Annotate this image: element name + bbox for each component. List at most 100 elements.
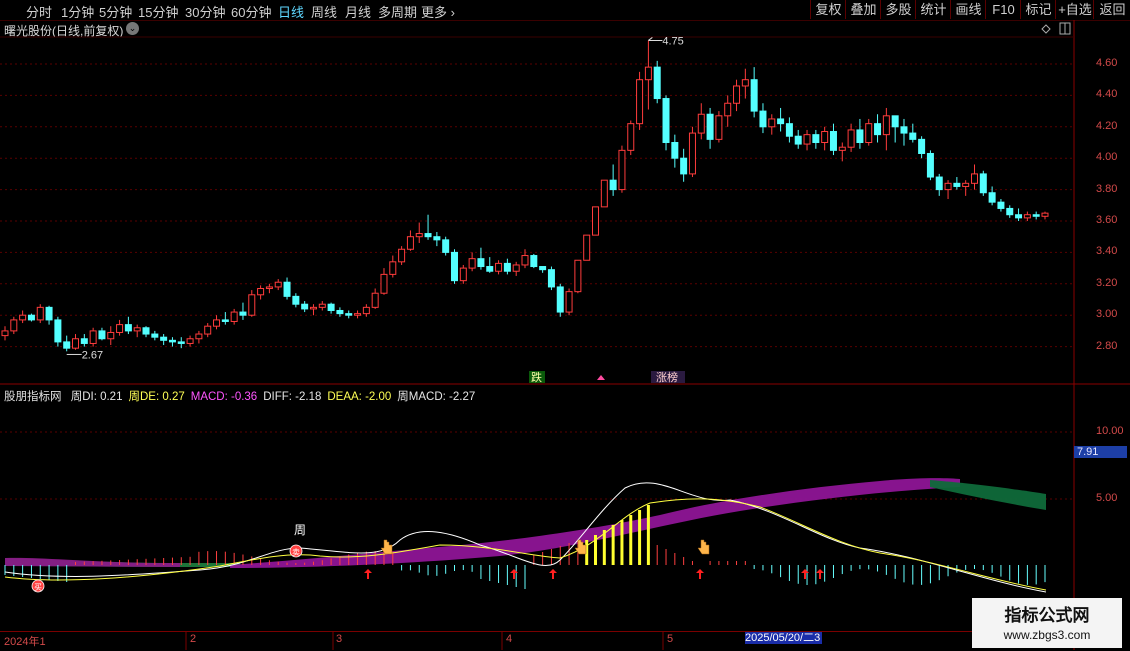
candle-body [1015, 214, 1023, 219]
candle-body [213, 319, 221, 327]
candle-body [821, 131, 829, 143]
candle-body [812, 134, 820, 143]
price-tick-label: 3.20 [1096, 276, 1118, 289]
candle-body [997, 201, 1005, 209]
buy-marker-text: 买 [34, 583, 42, 592]
candle-body [706, 113, 714, 140]
candle-body [953, 182, 961, 187]
buy-arrow-icon [510, 569, 518, 579]
candle-body [98, 330, 106, 340]
candle-body [988, 192, 996, 203]
price-tick-label: 4.60 [1096, 57, 1118, 69]
candle-body [697, 113, 705, 134]
price-tick-label: 4.20 [1096, 119, 1118, 132]
candle-body [979, 173, 987, 194]
price-tick-label: 3.60 [1096, 214, 1118, 226]
diamond-icon [1041, 24, 1051, 34]
candle-body [292, 295, 300, 305]
candle-body [794, 135, 802, 145]
buy-arrow-icon [801, 569, 809, 579]
watermark-title: 指标公式网 [1004, 606, 1090, 625]
candle-body [221, 319, 229, 322]
candle-body [354, 313, 362, 316]
green-band-right [930, 480, 1046, 510]
candle-body [724, 102, 732, 117]
candle-body [230, 311, 238, 322]
candle-body [168, 339, 176, 343]
indicator-tick-label: 5.00 [1096, 492, 1118, 504]
crosshair-date-label: 2025/05/20/二3 [745, 632, 822, 644]
date-tick-1: 2 [190, 633, 197, 645]
date-tick-2: 3 [336, 633, 343, 645]
candle-body [380, 273, 388, 294]
candle-body [662, 98, 670, 143]
candle-body [688, 132, 696, 175]
buy-arrow-icon [816, 569, 824, 579]
candle-body [195, 333, 203, 340]
crosshair-date-suffix: 3 [814, 632, 821, 644]
candle-body [415, 233, 423, 238]
candle-body [970, 173, 978, 184]
candle-body [547, 269, 555, 288]
candle-body [503, 262, 511, 272]
candle-body [274, 281, 282, 288]
candle-body [239, 311, 247, 316]
hand-pointer-icon [380, 539, 393, 555]
candle-body [495, 262, 503, 272]
candle-body [398, 248, 406, 263]
candle-body [107, 331, 115, 340]
price-tick-label: 3.80 [1096, 182, 1118, 195]
candle-body [909, 132, 917, 140]
chart-canvas[interactable]: 4.75 2.67 跌 涨榜周卖买 [0, 0, 1130, 650]
candle-body [19, 314, 27, 321]
indicator-value-2: MACD: -0.36 [190, 391, 258, 403]
candle-body [583, 234, 591, 261]
candle-body [160, 336, 168, 341]
candle-body [186, 338, 194, 344]
hand-pointer-icon [697, 539, 710, 555]
date-tick-3: 4 [506, 633, 513, 645]
candle-body [450, 251, 458, 282]
candle-body [962, 182, 970, 187]
candle-body [309, 306, 317, 310]
candle-body [257, 288, 265, 296]
high-marker [648, 37, 663, 41]
candle-body [424, 233, 432, 238]
candle-body [512, 264, 520, 272]
candle-body [63, 341, 71, 349]
candle-body [301, 303, 309, 310]
candle-body [618, 149, 626, 191]
candle-body [891, 115, 899, 128]
candle-body [327, 303, 335, 311]
low-price-label: 2.67 [82, 349, 103, 361]
price-tick-label: 4.40 [1096, 88, 1118, 101]
candle-body [644, 66, 652, 81]
candle-body [838, 146, 846, 151]
candle-body [565, 291, 573, 313]
candle-body [750, 79, 758, 112]
candle-body [574, 259, 582, 293]
candle-body [653, 66, 661, 100]
sell-marker-text: 卖 [292, 548, 300, 557]
candle-body [151, 333, 159, 338]
candle-body [1006, 207, 1014, 216]
candle-body [36, 306, 44, 321]
candle-body [741, 79, 749, 87]
indicator-legend: 股朋指标网 周DI: 0.21 周DE: 0.27 MACD: -0.36 DIFF:… [4, 388, 481, 404]
candle-body [265, 286, 273, 290]
high-price-label: 4.75 [662, 35, 683, 47]
candle-body [521, 255, 529, 266]
current-value-badge: 7.91 [1074, 446, 1127, 458]
candle-body [759, 110, 767, 128]
indicator-name: 股朋指标网 [4, 391, 62, 403]
candle-body [874, 123, 882, 136]
candle-body [882, 115, 890, 136]
candle-body [283, 281, 291, 297]
limit-up-tag: 涨榜 [656, 370, 678, 384]
candle-body [477, 258, 485, 268]
candle-body [777, 118, 785, 125]
candle-body [768, 118, 776, 128]
candle-body [865, 123, 873, 144]
candle-body [671, 142, 679, 159]
price-tick-label: 3.00 [1096, 308, 1118, 321]
